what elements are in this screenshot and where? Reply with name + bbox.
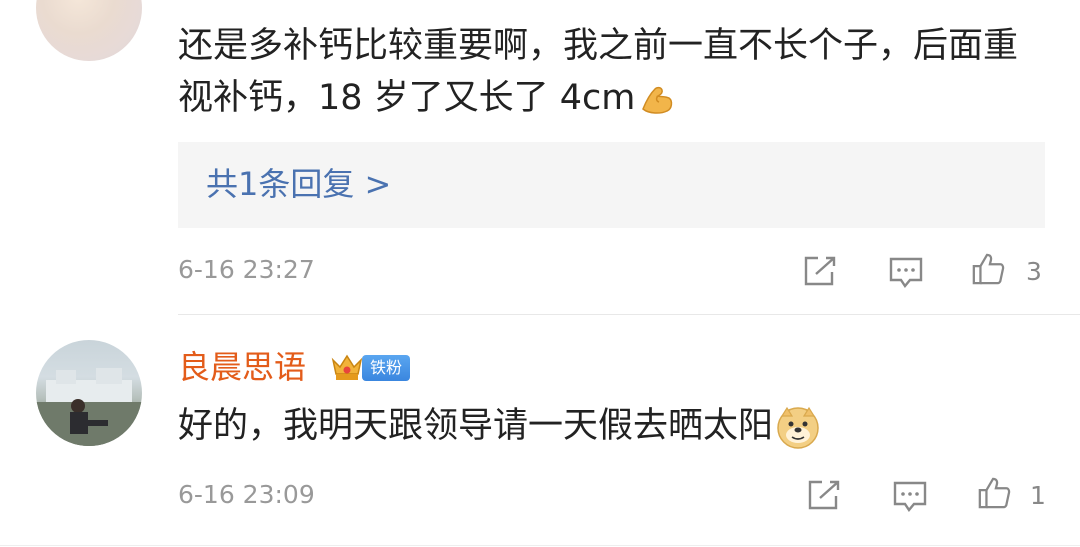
avatar[interactable]: [36, 340, 142, 446]
doge-emoji-icon: [777, 406, 819, 449]
avatar[interactable]: [36, 0, 142, 61]
comment-icon[interactable]: [888, 256, 924, 290]
comment-text: 好的，我明天跟领导请一天假去晒太阳: [178, 400, 1048, 452]
comment-icon[interactable]: [892, 480, 928, 514]
like-count: 3: [1026, 257, 1042, 286]
comment-time: 6-16 23:27: [178, 255, 315, 284]
divider: [0, 545, 1080, 546]
share-icon[interactable]: [802, 254, 838, 288]
like-icon[interactable]: [970, 252, 1006, 286]
divider: [178, 314, 1080, 315]
comment-text: 还是多补钙比较重要啊，我之前一直不长个子，后面重视补钙，18 岁了又长了 4cm: [178, 26, 1019, 118]
crown-icon: [331, 354, 363, 380]
like-count: 1: [1030, 481, 1046, 510]
share-icon[interactable]: [806, 478, 842, 512]
comment-time: 6-16 23:09: [178, 480, 315, 509]
avatar-photo: [36, 368, 142, 446]
like-icon[interactable]: [976, 476, 1012, 510]
view-replies-link[interactable]: 共1条回复 >: [206, 162, 391, 206]
flexed-biceps-icon: [642, 86, 673, 114]
username[interactable]: 良晨思语: [178, 344, 306, 390]
fan-badge: 铁粉: [362, 355, 410, 381]
